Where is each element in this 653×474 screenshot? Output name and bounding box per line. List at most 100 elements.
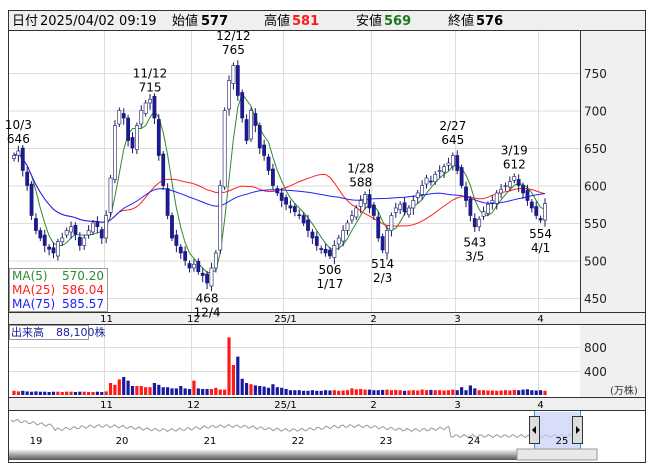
volume-bar (43, 391, 47, 395)
month-label: 3 (454, 314, 460, 325)
ma75-label: MA(75) (12, 297, 55, 311)
candle-body (60, 237, 65, 243)
candle-body (459, 167, 464, 186)
volume-bar (315, 390, 319, 395)
volume-bar (451, 389, 455, 395)
volume-bar (310, 390, 315, 395)
candle-body (235, 65, 240, 96)
candle-body (494, 192, 499, 204)
volume-bar (236, 356, 240, 395)
candle-body (424, 177, 429, 185)
volume-bar (144, 387, 148, 395)
volume-bar (139, 386, 143, 395)
candle-body (455, 155, 460, 171)
candle-body (411, 200, 416, 209)
volume-bar (367, 389, 372, 395)
volume-bar (135, 386, 139, 395)
candle-body (297, 214, 302, 217)
volume-bar (29, 391, 34, 395)
overview-right-handle[interactable] (572, 416, 583, 444)
volume-bar (508, 390, 512, 395)
price-tick-label: 600 (584, 180, 607, 194)
volume-bar (293, 390, 297, 395)
volume-bar (517, 390, 521, 395)
candle-body (240, 92, 245, 119)
volume-bar (231, 365, 236, 395)
candle-body (525, 189, 530, 201)
volume-bar (499, 390, 503, 395)
volume-bar (117, 379, 121, 395)
volume-bar (165, 387, 170, 395)
volume-bar (433, 390, 437, 395)
volume-bar (170, 388, 174, 395)
annotation-price: 468 (196, 292, 219, 306)
candle-body (516, 179, 521, 186)
scrollbar-thumb[interactable] (516, 448, 598, 461)
month-label: 2 (370, 314, 376, 325)
candle-body (437, 170, 442, 172)
candle-body (328, 249, 332, 257)
volume-bar (306, 390, 310, 395)
volume-bar (91, 392, 95, 395)
month-label: 11 (100, 400, 113, 411)
overview-left-handle[interactable] (529, 416, 540, 444)
candle-body (323, 248, 328, 254)
candle-body (222, 110, 227, 188)
ma5-value: 570.20 (62, 269, 104, 283)
candle-body (117, 110, 122, 125)
volume-bar (284, 389, 288, 395)
volume-bar (424, 390, 429, 395)
volume-bar (69, 391, 73, 395)
volume-bar (438, 390, 442, 395)
candle-body (472, 218, 477, 228)
candle-body (91, 222, 95, 233)
volume-bar (187, 389, 192, 395)
candle-body (529, 201, 534, 209)
candle-body (402, 202, 407, 213)
volume-bar (464, 390, 468, 395)
volume-bar (122, 377, 126, 395)
volume-bar (47, 392, 51, 395)
volume-bar (455, 390, 459, 395)
volume-label: 出来高 (11, 325, 44, 339)
candle-body (227, 80, 231, 110)
volume-bar (266, 387, 271, 395)
volume-bar (148, 387, 152, 395)
volume-bar (442, 390, 446, 395)
candle-body (292, 206, 297, 213)
candle-body (51, 247, 56, 254)
candle-body (55, 241, 60, 257)
annotation-price: 543 (463, 235, 486, 249)
candle-body (398, 203, 403, 210)
overview-year-label: 23 (380, 436, 393, 447)
candle-body (420, 185, 425, 195)
candle-body (126, 117, 130, 141)
volume-unit: (万株) (610, 384, 638, 397)
candle-body (385, 230, 389, 254)
volume-bar (288, 390, 293, 395)
volume-legend: 出来高 88,100株 (9, 325, 106, 340)
candle-body (538, 218, 543, 221)
volume-bar (477, 390, 481, 395)
volume-bar (244, 383, 249, 395)
volume-bar (126, 380, 130, 395)
candle-body (134, 125, 139, 150)
scrollbar-track[interactable] (9, 449, 517, 460)
candle-body (244, 119, 249, 141)
candle-body (499, 188, 504, 194)
candle-body (521, 185, 525, 194)
candle-body (442, 166, 446, 173)
overview-year-label: 20 (116, 436, 129, 447)
volume-bar (446, 390, 451, 395)
candle-body (29, 183, 34, 216)
horizontal-scrollbar[interactable] (9, 448, 598, 461)
candle-body (38, 230, 43, 239)
volume-bar (21, 390, 25, 395)
annotation-date: 10/3 (5, 118, 32, 132)
annotation-price: 612 (503, 158, 526, 172)
annotation-price: 554 (529, 227, 552, 241)
candle-body (42, 234, 47, 246)
volume-bar (183, 388, 187, 395)
price-tick-label: 750 (584, 67, 607, 81)
candle-body (336, 237, 341, 245)
